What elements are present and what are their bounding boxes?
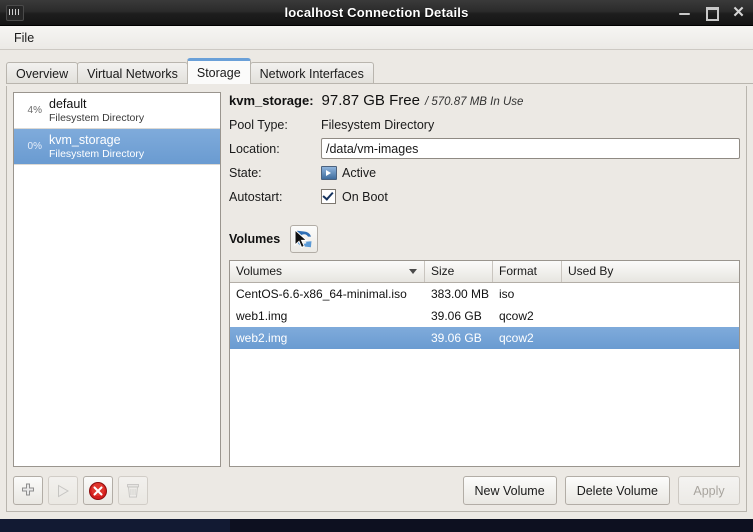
state-row: State: Active bbox=[229, 162, 740, 183]
menu-bar: File bbox=[0, 26, 753, 50]
storage-pool-list[interactable]: 4% default Filesystem Directory 0% kvm_s… bbox=[13, 92, 221, 467]
vm-manager-icon bbox=[6, 5, 24, 21]
trash-icon bbox=[125, 482, 142, 499]
minimize-icon[interactable] bbox=[678, 6, 691, 19]
new-volume-button[interactable]: New Volume bbox=[463, 476, 557, 505]
column-header-label: Volumes bbox=[236, 264, 282, 278]
connection-details-window: localhost Connection Details ✕ File Over… bbox=[0, 0, 753, 519]
pool-title: kvm_storage: bbox=[229, 93, 314, 108]
table-row[interactable]: web2.img 39.06 GB qcow2 bbox=[230, 327, 739, 349]
volume-actions: New Volume Delete Volume Apply bbox=[229, 467, 740, 505]
autostart-value: On Boot bbox=[342, 190, 388, 204]
cell-volume-name: CentOS-6.6-x86_64-minimal.iso bbox=[230, 287, 425, 301]
pool-in-use-value: 570.87 MB In Use bbox=[431, 96, 523, 108]
cell-volume-size: 39.06 GB bbox=[425, 309, 493, 323]
volumes-table-header: Volumes Size Format Used By bbox=[230, 261, 739, 283]
cell-volume-name: web2.img bbox=[230, 331, 425, 345]
pool-usage-percent: 4% bbox=[18, 105, 42, 116]
tab-underline bbox=[6, 83, 753, 84]
apply-button: Apply bbox=[678, 476, 740, 505]
window-controls: ✕ bbox=[678, 6, 745, 19]
storage-pool-sidebar: 4% default Filesystem Directory 0% kvm_s… bbox=[13, 92, 221, 505]
location-row: Location: bbox=[229, 138, 740, 159]
desktop-background bbox=[0, 519, 753, 532]
add-pool-button[interactable] bbox=[13, 476, 43, 505]
cell-volume-format: iso bbox=[493, 287, 562, 301]
play-icon bbox=[55, 483, 71, 499]
cell-volume-name: web1.img bbox=[230, 309, 425, 323]
location-input[interactable] bbox=[321, 138, 740, 159]
list-item[interactable]: 4% default Filesystem Directory bbox=[14, 93, 220, 129]
refresh-volumes-button[interactable] bbox=[290, 225, 318, 253]
pool-name: default bbox=[49, 97, 144, 111]
column-header-used-by[interactable]: Used By bbox=[562, 261, 739, 282]
title-bar[interactable]: localhost Connection Details ✕ bbox=[0, 0, 753, 26]
cell-volume-format: qcow2 bbox=[493, 331, 562, 345]
column-header-volumes[interactable]: Volumes bbox=[230, 261, 425, 282]
close-icon[interactable]: ✕ bbox=[732, 6, 745, 19]
pool-type-value: Filesystem Directory bbox=[321, 118, 434, 132]
pool-usage-percent: 0% bbox=[18, 141, 42, 152]
tab-network-interfaces[interactable]: Network Interfaces bbox=[250, 62, 374, 84]
summary-separator: / bbox=[425, 96, 428, 108]
refresh-icon bbox=[294, 229, 314, 249]
cell-volume-format: qcow2 bbox=[493, 309, 562, 323]
cell-volume-size: 39.06 GB bbox=[425, 331, 493, 345]
column-header-format[interactable]: Format bbox=[493, 261, 562, 282]
autostart-row: Autostart: On Boot bbox=[229, 186, 740, 207]
chevron-down-icon bbox=[409, 269, 417, 274]
delete-pool-button bbox=[118, 476, 148, 505]
pool-summary-row: kvm_storage: 97.87 GB Free / 570.87 MB I… bbox=[229, 92, 740, 109]
window-title: localhost Connection Details bbox=[0, 5, 753, 20]
pool-type: Filesystem Directory bbox=[49, 148, 144, 160]
taskbar[interactable] bbox=[0, 519, 230, 532]
autostart-label: Autostart: bbox=[229, 190, 321, 204]
storage-tab-panel: 4% default Filesystem Directory 0% kvm_s… bbox=[6, 86, 747, 512]
active-screen-icon bbox=[321, 166, 337, 180]
menu-item-file[interactable]: File bbox=[8, 29, 40, 47]
pool-type-row: Pool Type: Filesystem Directory bbox=[229, 114, 740, 135]
pool-in-use: / 570.87 MB In Use bbox=[425, 96, 523, 108]
tab-strip: Overview Virtual Networks Storage Networ… bbox=[6, 58, 753, 84]
volumes-heading: Volumes bbox=[229, 232, 280, 246]
pool-name: kvm_storage bbox=[49, 133, 144, 147]
pool-type-label: Pool Type: bbox=[229, 118, 321, 132]
table-row[interactable]: CentOS-6.6-x86_64-minimal.iso 383.00 MB … bbox=[230, 283, 739, 305]
tab-overview[interactable]: Overview bbox=[6, 62, 78, 84]
autostart-checkbox[interactable] bbox=[321, 189, 336, 204]
pool-toolbar bbox=[13, 467, 221, 505]
state-label: State: bbox=[229, 166, 321, 180]
table-row[interactable]: web1.img 39.06 GB qcow2 bbox=[230, 305, 739, 327]
tab-storage[interactable]: Storage bbox=[187, 58, 251, 84]
stop-icon bbox=[89, 481, 108, 500]
list-item[interactable]: 0% kvm_storage Filesystem Directory bbox=[14, 129, 220, 165]
volumes-table[interactable]: Volumes Size Format Used By CentOS-6.6-x… bbox=[229, 260, 740, 467]
delete-volume-button[interactable]: Delete Volume bbox=[565, 476, 670, 505]
stop-pool-button[interactable] bbox=[83, 476, 113, 505]
state-value: Active bbox=[342, 166, 376, 180]
start-pool-button bbox=[48, 476, 78, 505]
pool-free-space: 97.87 GB Free bbox=[322, 92, 420, 109]
cell-volume-size: 383.00 MB bbox=[425, 287, 493, 301]
column-header-size[interactable]: Size bbox=[425, 261, 493, 282]
plus-icon bbox=[20, 482, 37, 499]
tab-virtual-networks[interactable]: Virtual Networks bbox=[77, 62, 188, 84]
maximize-icon[interactable] bbox=[705, 6, 718, 19]
pool-type: Filesystem Directory bbox=[49, 112, 144, 124]
volumes-header: Volumes bbox=[229, 224, 740, 254]
location-label: Location: bbox=[229, 142, 321, 156]
pool-details: kvm_storage: 97.87 GB Free / 570.87 MB I… bbox=[229, 92, 740, 505]
